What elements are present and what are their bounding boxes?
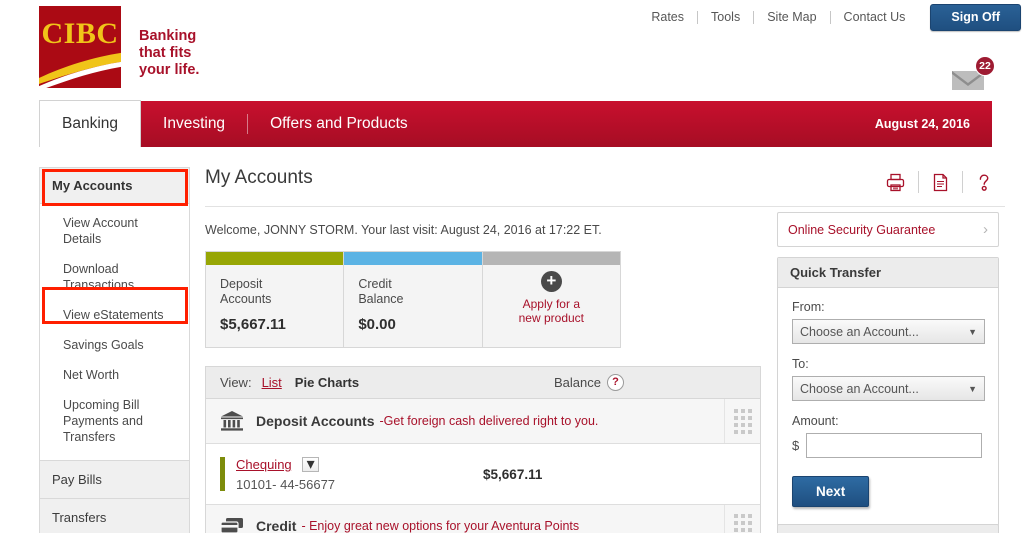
account-accent-bar xyxy=(220,457,225,491)
tile-label-line-2: Balance xyxy=(358,292,404,306)
amount-input[interactable] xyxy=(806,433,983,458)
util-link-tools[interactable]: Tools xyxy=(698,10,753,24)
welcome-message: Welcome, JONNY STORM. Your last visit: A… xyxy=(205,223,602,237)
tile-credit-balance[interactable]: Credit Balance $0.00 xyxy=(344,252,483,347)
apply-label-line-2: new product xyxy=(518,311,584,325)
sidebar-item-net-worth[interactable]: Net Worth xyxy=(40,360,189,390)
tab-banking[interactable]: Banking xyxy=(39,100,142,147)
tile-deposit-accounts[interactable]: Deposit Accounts $5,667.11 xyxy=(206,252,345,347)
next-rail-panel-partial xyxy=(777,524,999,533)
tab-investing[interactable]: Investing xyxy=(141,101,247,147)
quick-transfer-panel: Quick Transfer From: Choose an Account..… xyxy=(777,257,999,526)
logo-swoosh-white-icon xyxy=(39,61,121,88)
chevron-down-icon[interactable]: ▾ xyxy=(302,457,320,473)
sign-off-button[interactable]: Sign Off xyxy=(930,3,1021,31)
tagline-line-1: Banking xyxy=(139,28,197,44)
plus-icon: + xyxy=(540,271,562,292)
tile-color-bar xyxy=(482,252,620,265)
tile-label-line-2: Accounts xyxy=(220,292,272,306)
sidebar-submenu: View Account Details Download Transactio… xyxy=(39,204,190,461)
apply-label-line-1: Apply for a xyxy=(522,297,580,311)
amount-label: Amount: xyxy=(792,414,839,428)
sidebar-item-savings-goals[interactable]: Savings Goals xyxy=(40,330,189,360)
tab-offers-and-products[interactable]: Offers and Products xyxy=(248,101,430,147)
accounts-panel: View: List Pie Charts Balance ? Deposit … xyxy=(205,366,761,533)
statement-icon[interactable] xyxy=(919,173,962,192)
main-content: My Accounts Welcome, JONNY STORM. Your l… xyxy=(205,167,1005,533)
view-toggle-list[interactable]: List xyxy=(262,375,282,390)
messages-button[interactable]: 22 xyxy=(951,56,995,92)
current-date: August 24, 2016 xyxy=(874,117,970,131)
to-label: To: xyxy=(792,357,809,371)
account-group-title: Credit xyxy=(256,518,297,533)
brand-header: CIBC Banking that fits your life. xyxy=(39,6,199,88)
account-group-header-credit[interactable]: Credit - Enjoy great new options for you… xyxy=(206,504,760,533)
chevron-right-icon: › xyxy=(983,221,988,238)
credit-card-icon xyxy=(220,518,243,533)
tagline-line-2: that fits xyxy=(139,45,192,61)
account-name-link[interactable]: Chequing xyxy=(236,457,292,472)
to-account-value: Choose an Account... xyxy=(800,381,919,396)
tagline-line-3: your life. xyxy=(139,62,200,78)
accounts-panel-header: View: List Pie Charts Balance ? xyxy=(206,367,760,399)
account-group-promo[interactable]: - Enjoy great new options for your Avent… xyxy=(301,519,579,533)
currency-symbol: $ xyxy=(792,438,800,453)
util-link-site-map[interactable]: Site Map xyxy=(754,10,829,24)
sidebar: My Accounts View Account Details Downloa… xyxy=(39,167,190,533)
quick-transfer-heading: Quick Transfer xyxy=(778,258,998,288)
tile-color-bar xyxy=(206,252,344,265)
chevron-down-icon: ▼ xyxy=(968,383,977,394)
print-icon[interactable] xyxy=(873,173,918,192)
account-balance: $5,667.11 xyxy=(483,466,543,482)
balance-column-header: Balance ? xyxy=(554,374,624,391)
view-label: View: xyxy=(220,375,252,390)
chevron-down-icon: ▼ xyxy=(968,326,977,337)
right-rail: Online Security Guarantee › Quick Transf… xyxy=(777,212,999,526)
account-summary-tiles: Deposit Accounts $5,667.11 Credit Balanc… xyxy=(205,251,621,348)
account-group-header-deposit[interactable]: Deposit Accounts -Get foreign cash deliv… xyxy=(206,399,760,444)
tile-apply-new-product[interactable]: + Apply for a new product xyxy=(482,252,620,347)
sidebar-item-pay-bills[interactable]: Pay Bills xyxy=(39,461,190,499)
cibc-online-banking-page: Rates Tools Site Map Contact Us Sign Off… xyxy=(0,0,1031,533)
sidebar-item-view-estatements[interactable]: View eStatements xyxy=(40,300,189,330)
account-group-title: Deposit Accounts xyxy=(256,413,375,429)
next-button[interactable]: Next xyxy=(792,476,870,507)
tile-amount: $0.00 xyxy=(358,316,396,333)
page-actions xyxy=(873,171,1005,193)
balance-label: Balance xyxy=(554,375,601,390)
online-security-guarantee-label: Online Security Guarantee xyxy=(788,222,936,237)
from-account-select[interactable]: Choose an Account... ▼ xyxy=(792,319,985,344)
view-toggle-pie-charts[interactable]: Pie Charts xyxy=(295,375,359,390)
account-number: 10101- 44-56677 xyxy=(236,477,336,492)
util-link-rates[interactable]: Rates xyxy=(638,10,697,24)
messages-badge: 22 xyxy=(975,56,995,76)
drag-handle[interactable] xyxy=(724,505,760,533)
drag-handle[interactable] xyxy=(724,399,760,443)
sidebar-item-view-account-details[interactable]: View Account Details xyxy=(40,208,189,254)
logo-wordmark: CIBC xyxy=(41,17,119,50)
account-group-promo[interactable]: -Get foreign cash delivered right to you… xyxy=(380,414,599,428)
sidebar-item-upcoming-bill-payments[interactable]: Upcoming Bill Payments and Transfers xyxy=(40,390,189,452)
account-row-chequing: Chequing ▾ 10101- 44-56677 $5,667.11 xyxy=(206,444,760,504)
bank-building-icon xyxy=(221,411,243,431)
sidebar-item-my-accounts[interactable]: My Accounts xyxy=(39,167,190,204)
online-security-guarantee-link[interactable]: Online Security Guarantee › xyxy=(777,212,999,247)
main-nav: Banking Investing Offers and Products Au… xyxy=(39,100,992,147)
help-icon[interactable] xyxy=(963,173,1005,192)
title-underline xyxy=(205,206,1005,207)
tile-color-bar xyxy=(344,252,482,265)
tile-label-line-1: Credit xyxy=(358,277,392,291)
from-label: From: xyxy=(792,300,825,314)
balance-help-icon[interactable]: ? xyxy=(607,374,624,391)
tile-label-line-1: Deposit xyxy=(220,277,263,291)
tile-amount: $5,667.11 xyxy=(220,316,286,333)
to-account-select[interactable]: Choose an Account... ▼ xyxy=(792,376,985,401)
sidebar-item-download-transactions[interactable]: Download Transactions xyxy=(40,254,189,300)
from-account-value: Choose an Account... xyxy=(800,324,919,339)
brand-tagline: Banking that fits your life. xyxy=(139,28,199,79)
cibc-logo[interactable]: CIBC xyxy=(39,6,121,88)
sidebar-item-transfers[interactable]: Transfers xyxy=(39,499,190,533)
util-link-contact-us[interactable]: Contact Us xyxy=(831,10,919,24)
